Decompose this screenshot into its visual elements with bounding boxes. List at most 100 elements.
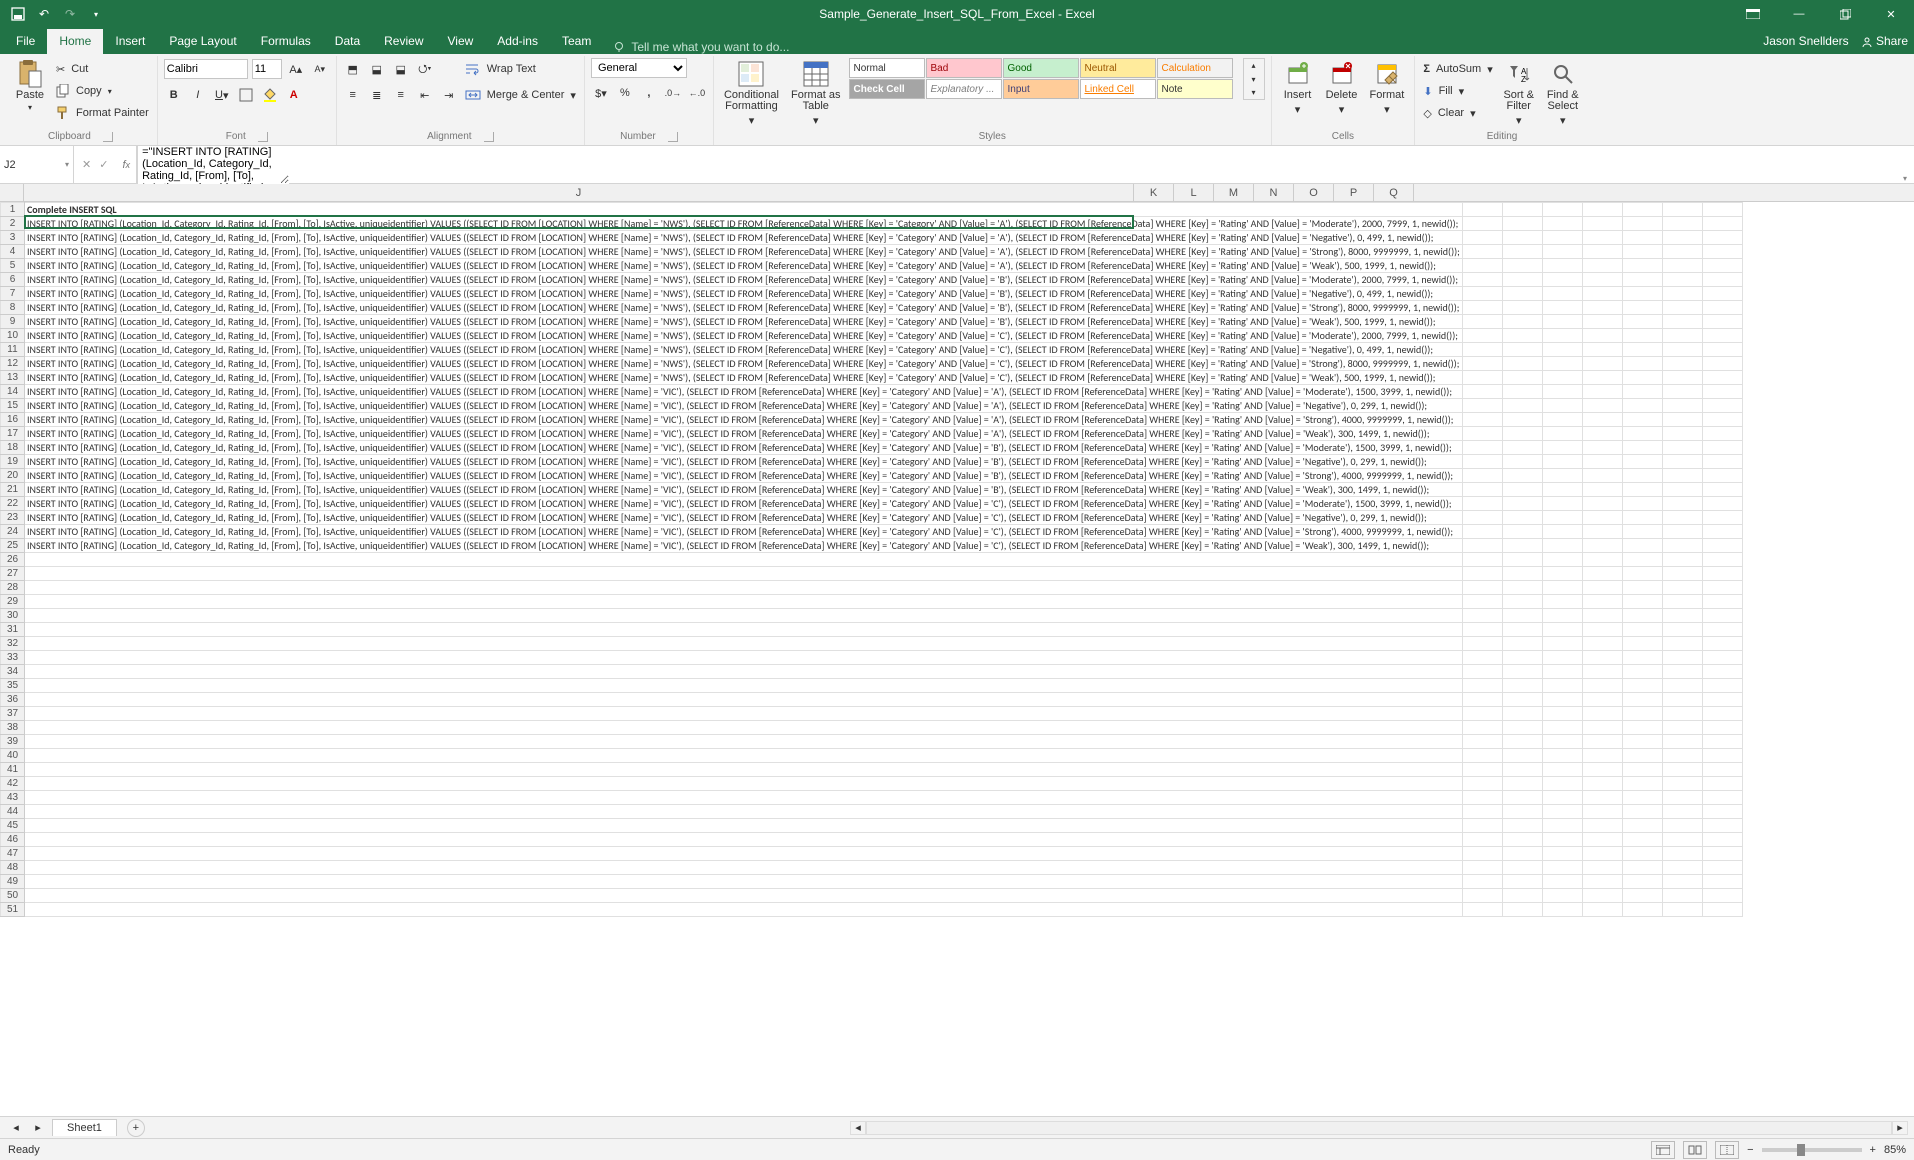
column-header[interactable]: P bbox=[1334, 184, 1374, 201]
cell[interactable] bbox=[1662, 259, 1702, 273]
cell[interactable] bbox=[1542, 539, 1582, 553]
cell[interactable] bbox=[1462, 889, 1502, 903]
cell-style-good[interactable]: Good bbox=[1003, 58, 1079, 78]
cell[interactable] bbox=[1542, 721, 1582, 735]
cell[interactable] bbox=[1462, 637, 1502, 651]
row-header[interactable]: 41 bbox=[1, 763, 25, 777]
cell[interactable]: INSERT INTO [RATING] (Location_Id, Categ… bbox=[25, 539, 1463, 553]
cell[interactable] bbox=[1662, 315, 1702, 329]
cell[interactable] bbox=[1702, 875, 1742, 889]
cell[interactable] bbox=[1542, 259, 1582, 273]
sheet-nav-next-icon[interactable]: ▸ bbox=[28, 1118, 48, 1138]
row-header[interactable]: 15 bbox=[1, 399, 25, 413]
cell[interactable] bbox=[1502, 287, 1542, 301]
row-header[interactable]: 32 bbox=[1, 637, 25, 651]
cell[interactable] bbox=[1662, 903, 1702, 917]
cell[interactable] bbox=[1462, 763, 1502, 777]
row-header[interactable]: 9 bbox=[1, 315, 25, 329]
dialog-launcher-icon[interactable] bbox=[484, 132, 494, 142]
cell[interactable] bbox=[1502, 791, 1542, 805]
cell-style-check-cell[interactable]: Check Cell bbox=[849, 79, 925, 99]
cell[interactable] bbox=[1662, 889, 1702, 903]
cell[interactable] bbox=[1622, 497, 1662, 511]
cell[interactable] bbox=[1582, 721, 1622, 735]
cell[interactable] bbox=[1542, 371, 1582, 385]
cell[interactable] bbox=[1662, 721, 1702, 735]
row-header[interactable]: 19 bbox=[1, 455, 25, 469]
close-button[interactable]: ✕ bbox=[1868, 0, 1914, 28]
cell[interactable] bbox=[1542, 763, 1582, 777]
cell[interactable] bbox=[1462, 301, 1502, 315]
tab-view[interactable]: View bbox=[436, 29, 486, 54]
cell[interactable] bbox=[1702, 343, 1742, 357]
normal-view-icon[interactable] bbox=[1651, 1141, 1675, 1159]
cell[interactable] bbox=[1542, 889, 1582, 903]
cell[interactable] bbox=[1662, 847, 1702, 861]
cell[interactable] bbox=[1582, 861, 1622, 875]
cell-style-explanatory-[interactable]: Explanatory ... bbox=[926, 79, 1002, 99]
cell[interactable] bbox=[1542, 665, 1582, 679]
cell[interactable] bbox=[1582, 469, 1622, 483]
cell[interactable] bbox=[1462, 483, 1502, 497]
cell[interactable] bbox=[1542, 623, 1582, 637]
cell[interactable] bbox=[1582, 511, 1622, 525]
align-middle-icon[interactable]: ⬓ bbox=[367, 59, 387, 79]
maximize-button[interactable] bbox=[1822, 0, 1868, 28]
cell[interactable] bbox=[1502, 315, 1542, 329]
cut-button[interactable]: ✂Cut bbox=[54, 58, 151, 80]
fx-icon[interactable]: fx bbox=[116, 146, 136, 183]
cell[interactable]: INSERT INTO [RATING] (Location_Id, Categ… bbox=[25, 343, 1463, 357]
align-bottom-icon[interactable]: ⬓ bbox=[391, 59, 411, 79]
row-header[interactable]: 29 bbox=[1, 595, 25, 609]
merge-center-button[interactable]: Merge & Center▾ bbox=[463, 84, 578, 106]
row-header[interactable]: 51 bbox=[1, 903, 25, 917]
row-header[interactable]: 36 bbox=[1, 693, 25, 707]
cell[interactable] bbox=[1702, 749, 1742, 763]
row-header[interactable]: 18 bbox=[1, 441, 25, 455]
cell[interactable] bbox=[25, 567, 1463, 581]
cell[interactable] bbox=[1462, 497, 1502, 511]
border-button[interactable] bbox=[236, 85, 256, 105]
row-header[interactable]: 4 bbox=[1, 245, 25, 259]
copy-button[interactable]: Copy▾ bbox=[54, 80, 151, 102]
cell[interactable] bbox=[1462, 455, 1502, 469]
cell[interactable] bbox=[1662, 469, 1702, 483]
row-header[interactable]: 1 bbox=[1, 203, 25, 217]
number-format-combo[interactable]: General bbox=[591, 58, 687, 78]
cell[interactable] bbox=[1462, 707, 1502, 721]
cell[interactable] bbox=[1542, 217, 1582, 231]
format-as-table-button[interactable]: Format as Table▾ bbox=[787, 58, 845, 129]
cell[interactable] bbox=[1502, 847, 1542, 861]
cell[interactable] bbox=[1502, 455, 1542, 469]
wrap-text-button[interactable]: Wrap Text bbox=[463, 58, 578, 80]
cell[interactable] bbox=[25, 791, 1463, 805]
cell[interactable]: INSERT INTO [RATING] (Location_Id, Categ… bbox=[25, 525, 1463, 539]
cell[interactable] bbox=[1582, 539, 1622, 553]
cell[interactable]: INSERT INTO [RATING] (Location_Id, Categ… bbox=[25, 483, 1463, 497]
cell[interactable]: INSERT INTO [RATING] (Location_Id, Categ… bbox=[25, 497, 1463, 511]
cell[interactable] bbox=[1502, 707, 1542, 721]
cell-style-bad[interactable]: Bad bbox=[926, 58, 1002, 78]
cell[interactable] bbox=[1502, 371, 1542, 385]
cell[interactable] bbox=[1542, 343, 1582, 357]
cell[interactable] bbox=[1582, 903, 1622, 917]
zoom-level[interactable]: 85% bbox=[1884, 1144, 1906, 1156]
cell[interactable] bbox=[1622, 273, 1662, 287]
cell[interactable] bbox=[1502, 637, 1542, 651]
cell[interactable] bbox=[1582, 763, 1622, 777]
cell[interactable] bbox=[1462, 343, 1502, 357]
cell[interactable] bbox=[1702, 231, 1742, 245]
cell[interactable] bbox=[1542, 455, 1582, 469]
column-header[interactable]: N bbox=[1254, 184, 1294, 201]
sort-filter-button[interactable]: AZSort & Filter▾ bbox=[1499, 58, 1539, 129]
row-header[interactable]: 20 bbox=[1, 469, 25, 483]
cell[interactable] bbox=[1702, 637, 1742, 651]
cell[interactable] bbox=[1542, 511, 1582, 525]
cell[interactable] bbox=[1462, 511, 1502, 525]
cell[interactable] bbox=[1702, 567, 1742, 581]
column-header[interactable]: M bbox=[1214, 184, 1254, 201]
cell[interactable] bbox=[1502, 805, 1542, 819]
decrease-font-icon[interactable]: A▾ bbox=[310, 59, 330, 79]
cell[interactable] bbox=[1542, 203, 1582, 217]
cell[interactable] bbox=[1462, 329, 1502, 343]
